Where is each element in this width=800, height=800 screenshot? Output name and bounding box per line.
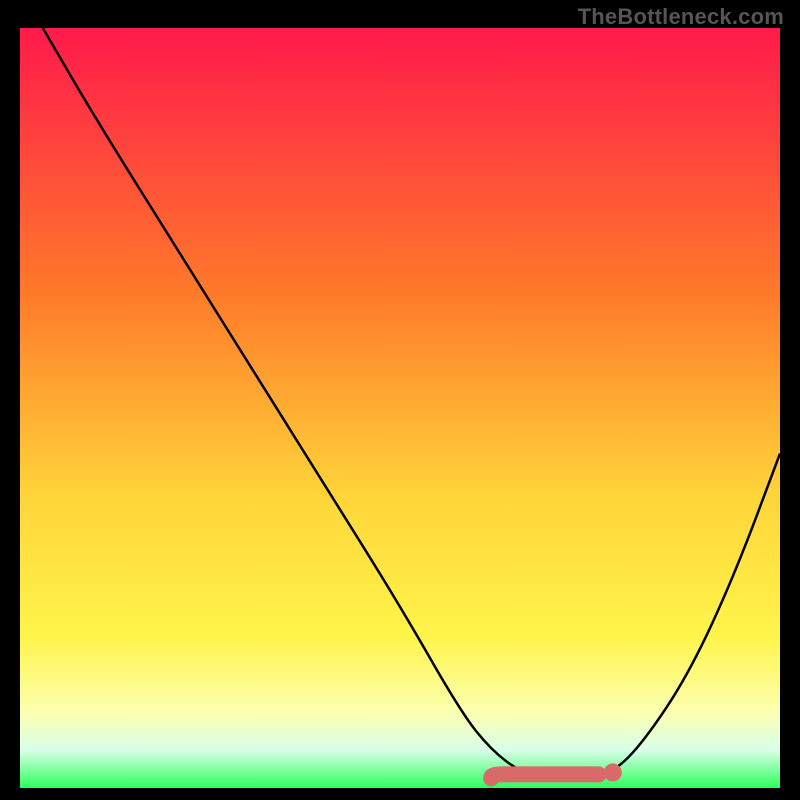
curve-layer (20, 28, 780, 788)
optimal-zone-marker (491, 774, 599, 778)
bottleneck-curve (43, 28, 780, 780)
plot-area (20, 28, 780, 788)
chart-stage: TheBottleneck.com (0, 0, 800, 800)
watermark-text: TheBottleneck.com (578, 4, 784, 30)
optimal-zone-end-dot (604, 763, 622, 781)
